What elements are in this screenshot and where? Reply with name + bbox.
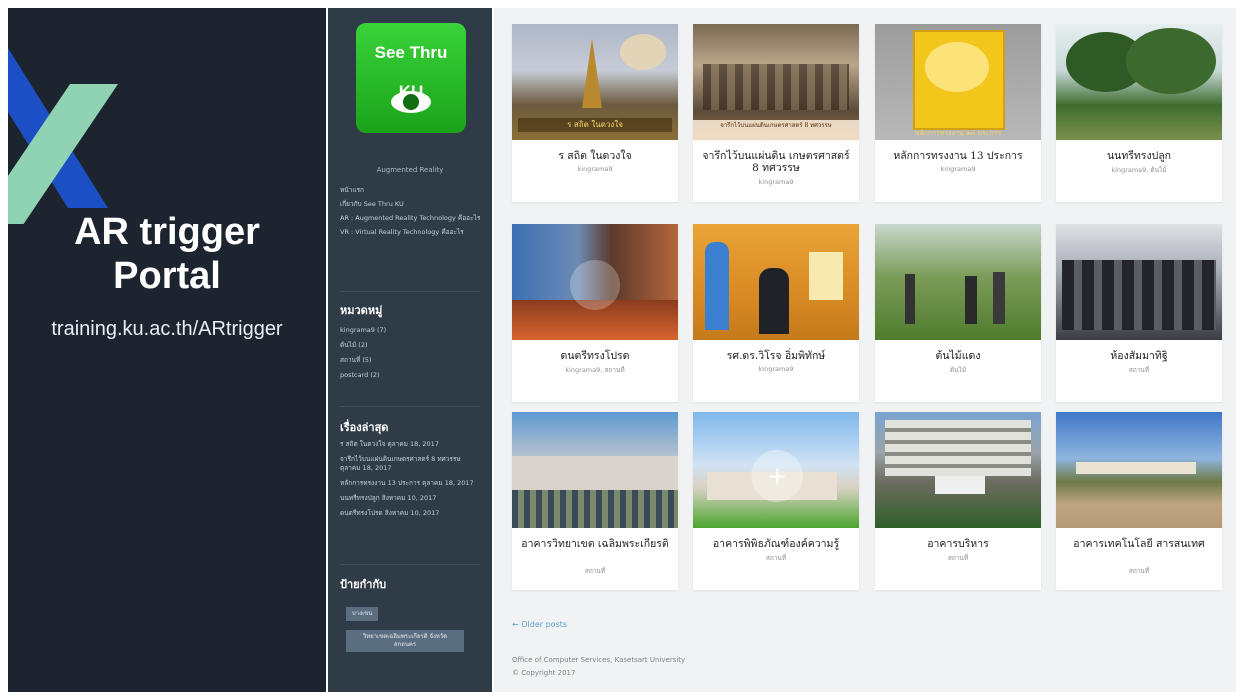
thumbnail-caption: หลักการทรงงาน ๑๓ ประการ (914, 129, 1002, 137)
post-card[interactable]: ห้องสัมมาทิฐิ สถานที่ (1056, 224, 1222, 402)
post-thumbnail[interactable]: + (693, 412, 859, 528)
post-title[interactable]: นนทรีทรงปลูก (1062, 150, 1216, 162)
post-title[interactable]: ดนตรีทรงโปรด (518, 350, 672, 362)
post-title[interactable]: ต้นไม้แดง (881, 350, 1035, 362)
category-item[interactable]: kingrama9 (7) (340, 326, 480, 335)
nav-home[interactable]: หน้าแรก (340, 186, 482, 195)
post-grid-area: ร สถิต ในดวงใจ ร สถิต ในดวงใจ kingrama9 … (494, 8, 1236, 692)
post-card[interactable]: อาคารบริหาร สถานที่ (875, 412, 1041, 590)
post-card[interactable]: หลักการทรงงาน ๑๓ ประการ หลักการทรงงาน 13… (875, 24, 1041, 202)
post-title[interactable]: อาคารพิพิธภัณฑ์องค์ความรู้ (699, 538, 853, 550)
category-item[interactable]: สถานที่ (5) (340, 356, 480, 365)
post-thumbnail[interactable]: ร สถิต ในดวงใจ (512, 24, 678, 140)
footer-org: Office of Computer Services, Kasetsart U… (512, 656, 686, 664)
nav-vr[interactable]: VR : Virtual Reality Technology คืออะไร (340, 228, 482, 237)
post-thumbnail[interactable] (512, 412, 678, 528)
footer-copyright: © Copyright 2017 (512, 669, 576, 677)
post-title[interactable]: อาคารวิทยาเขต เฉลิมพระเกียรติ (518, 538, 672, 550)
slide-title-line1: AR trigger (74, 211, 260, 253)
recent-posts-heading: เรื่องล่าสุด (340, 421, 389, 434)
site-sidebar: See Thru KU Augmented Reality หน้าแรก เก… (328, 8, 492, 692)
post-thumbnail[interactable] (875, 412, 1041, 528)
recent-post-link[interactable]: ร สถิต ในดวงใจ ตุลาคม 18, 2017 (340, 440, 480, 449)
post-meta[interactable]: ต้นไม้ (881, 365, 1035, 375)
post-meta[interactable]: สถานที่ (518, 566, 672, 576)
eye-icon (391, 91, 431, 113)
post-meta[interactable]: สถานที่ (1062, 566, 1216, 576)
post-title[interactable]: ร สถิต ในดวงใจ (518, 150, 672, 162)
logo-text-line1: See Thru (374, 43, 448, 62)
category-item[interactable]: ต้นไม้ (2) (340, 341, 480, 350)
category-item[interactable]: postcard (2) (340, 371, 480, 380)
post-title[interactable]: จารึกไว้บนแผ่นดิน เกษตรศาสตร์ 8 ทศวรรษ (699, 150, 853, 174)
post-meta[interactable]: kingrama9 (699, 178, 853, 186)
post-thumbnail[interactable] (875, 224, 1041, 340)
post-title[interactable]: อาคารบริหาร (881, 538, 1035, 550)
post-card[interactable]: ดนตรีทรงโปรด kingrama9, สถานที่ (512, 224, 678, 402)
post-card[interactable]: นนทรีทรงปลูก kingrama9, ต้นไม้ (1056, 24, 1222, 202)
recent-post-link[interactable]: ดนตรีทรงโปรด สิงหาคม 10, 2017 (340, 509, 480, 518)
post-meta[interactable]: สถานที่ (699, 553, 853, 563)
categories-heading: หมวดหมู่ (340, 304, 383, 317)
see-thru-ku-logo[interactable]: See Thru KU (356, 23, 466, 133)
post-thumbnail[interactable]: จารึกไว้บนแผ่นดินเกษตรศาสตร์ 8 ทศวรรษ (693, 24, 859, 141)
post-thumbnail[interactable] (693, 224, 859, 340)
slide-title-line2: Portal (113, 255, 221, 297)
divider (340, 406, 480, 407)
tag-sakonnakhon[interactable]: วิทยาเขตเฉลิมพระเกียรติ จังหวัดสกลนคร (346, 630, 464, 652)
post-meta[interactable]: kingrama9, ต้นไม้ (1062, 165, 1216, 175)
recent-post-link[interactable]: จารึกไว้บนแผ่นดินเกษตรศาสตร์ 8 ทศวรรษ ตุ… (340, 455, 480, 473)
post-thumbnail[interactable] (1056, 24, 1222, 140)
post-meta[interactable]: สถานที่ (1062, 365, 1216, 375)
sidebar-nav: หน้าแรก เกี่ยวกับ See Thru KU AR : Augme… (340, 186, 482, 242)
tags-heading: ป้ายกำกับ (340, 578, 387, 591)
post-title[interactable]: หลักการทรงงาน 13 ประการ (881, 150, 1035, 162)
thumbnail-caption: จารึกไว้บนแผ่นดินเกษตรศาสตร์ 8 ทศวรรษ (693, 120, 859, 141)
post-thumbnail[interactable] (1056, 412, 1222, 528)
play-plus-icon: + (751, 450, 803, 502)
post-card[interactable]: อาคารเทคโนโลยี สารสนเทศ สถานที่ (1056, 412, 1222, 590)
post-meta[interactable]: kingrama9, สถานที่ (518, 365, 672, 375)
slide-title: AR trigger Portal (8, 210, 326, 298)
post-card[interactable]: รศ.ดร.วิโรจ อิ่มพิทักษ์ kingrama9 (693, 224, 859, 402)
site-tagline: Augmented Reality (376, 166, 444, 174)
presentation-slide: AR trigger Portal training.ku.ac.th/ARtr… (0, 0, 1244, 696)
divider (340, 291, 480, 292)
older-posts-link[interactable]: ← Older posts (512, 620, 567, 629)
recent-posts-list: ร สถิต ในดวงใจ ตุลาคม 18, 2017 จารึกไว้บ… (340, 440, 480, 524)
post-title[interactable]: อาคารเทคโนโลยี สารสนเทศ (1062, 538, 1216, 550)
post-thumbnail[interactable]: หลักการทรงงาน ๑๓ ประการ (875, 24, 1041, 140)
post-meta[interactable]: kingrama9 (881, 165, 1035, 173)
recent-post-link[interactable]: หลักการทรงงาน 13 ประการ ตุลาคม 18, 2017 (340, 479, 480, 488)
title-panel: AR trigger Portal training.ku.ac.th/ARtr… (8, 8, 326, 692)
portal-url: training.ku.ac.th/ARtrigger (51, 318, 283, 340)
post-meta[interactable]: kingrama9 (699, 365, 853, 373)
post-thumbnail[interactable] (1056, 224, 1222, 340)
post-meta[interactable]: สถานที่ (881, 553, 1035, 563)
post-card[interactable]: ต้นไม้แดง ต้นไม้ (875, 224, 1041, 402)
post-meta[interactable]: kingrama9 (518, 165, 672, 173)
nav-about[interactable]: เกี่ยวกับ See Thru KU (340, 200, 482, 209)
post-card[interactable]: + อาคารพิพิธภัณฑ์องค์ความรู้ สถานที่ (693, 412, 859, 590)
nav-ar[interactable]: AR : Augmented Reality Technology คืออะไ… (340, 214, 482, 223)
categories-list: kingrama9 (7) ต้นไม้ (2) สถานที่ (5) pos… (340, 326, 480, 386)
post-title[interactable]: รศ.ดร.วิโรจ อิ่มพิทักษ์ (699, 350, 853, 362)
divider (340, 564, 480, 565)
recent-post-link[interactable]: นนทรีทรงปลูก สิงหาคม 10, 2017 (340, 494, 480, 503)
post-card[interactable]: อาคารวิทยาเขต เฉลิมพระเกียรติ สถานที่ (512, 412, 678, 590)
tag-bangkhen[interactable]: บางเขน (346, 607, 379, 621)
post-thumbnail[interactable] (512, 224, 678, 340)
post-card[interactable]: จารึกไว้บนแผ่นดินเกษตรศาสตร์ 8 ทศวรรษ จา… (693, 24, 859, 202)
thumbnail-caption: ร สถิต ในดวงใจ (518, 118, 672, 132)
post-card[interactable]: ร สถิต ในดวงใจ ร สถิต ในดวงใจ kingrama9 (512, 24, 678, 202)
post-title[interactable]: ห้องสัมมาทิฐิ (1062, 350, 1216, 362)
